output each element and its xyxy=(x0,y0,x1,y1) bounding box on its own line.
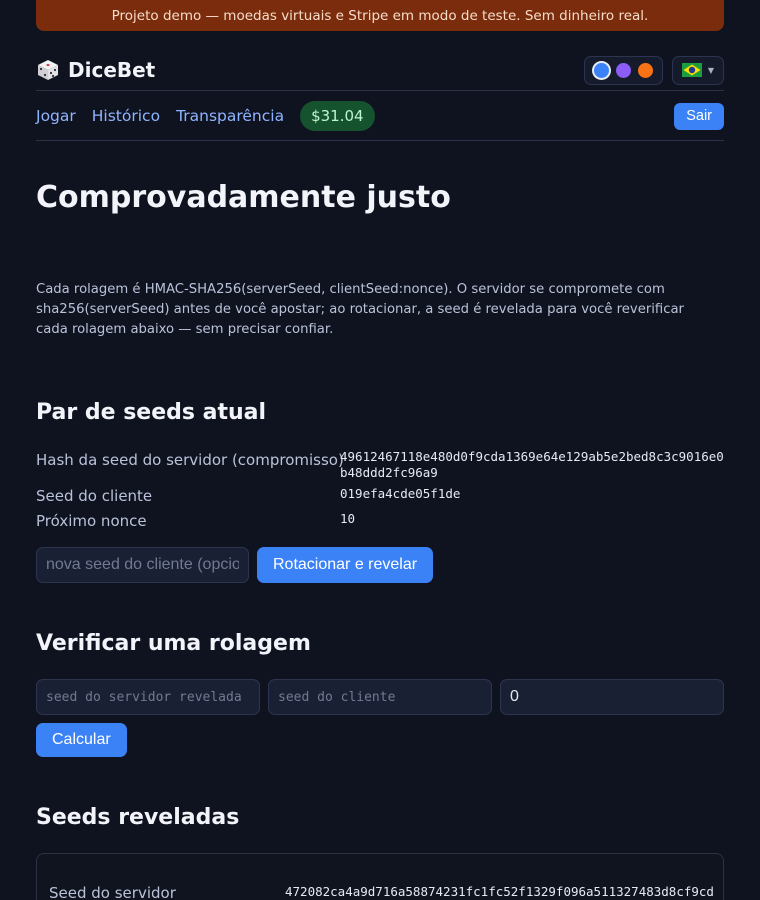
theme-blue-option[interactable] xyxy=(594,62,609,78)
dice-icon xyxy=(38,60,58,80)
nonce-label: Próximo nonce xyxy=(36,512,147,530)
main-nav: Jogar Histórico Transparência $31.04 Sai… xyxy=(36,100,724,132)
server-hash-value: 49612467118e480d0f9cda1369e64e129ab5e2be… xyxy=(340,449,724,480)
nav-history[interactable]: Histórico xyxy=(92,107,160,125)
nonce-input[interactable] xyxy=(500,679,724,715)
demo-banner-text: Projeto demo — moedas virtuais e Stripe … xyxy=(111,7,649,24)
theme-orange-option[interactable] xyxy=(638,62,653,78)
client-seed-label: Seed do cliente xyxy=(36,487,153,505)
verify-heading: Verificar uma rolagem xyxy=(36,631,311,656)
nav-transparency[interactable]: Transparência xyxy=(176,107,284,125)
nav-divider xyxy=(36,140,724,141)
server-hash-label: Hash da seed do servidor (compromisso) xyxy=(36,451,344,469)
balance-badge: $31.04 xyxy=(300,101,375,131)
theme-switcher xyxy=(584,55,663,85)
intro-text: Cada rolagem é HMAC-SHA256(serverSeed, c… xyxy=(36,282,684,337)
revealed-seed-card: Seed do servidor 472082ca4a9d716a5887423… xyxy=(36,853,724,900)
client-seed-value: 019efa4cde05f1de xyxy=(340,486,461,501)
revealed-server-seed-value: 472082ca4a9d716a58874231fc1fc52f1329f096… xyxy=(285,884,714,899)
demo-banner: Projeto demo — moedas virtuais e Stripe … xyxy=(36,0,724,31)
header-divider xyxy=(36,90,724,91)
revealed-server-seed-label: Seed do servidor xyxy=(49,884,176,900)
nav-play[interactable]: Jogar xyxy=(36,107,76,125)
chevron-down-icon: ▼ xyxy=(707,65,715,75)
current-pair-heading: Par de seeds atual xyxy=(36,400,267,425)
logout-button[interactable]: Sair xyxy=(674,102,724,130)
revealed-seeds-heading: Seeds reveladas xyxy=(36,805,240,830)
theme-purple-option[interactable] xyxy=(616,62,631,78)
brand-name: DiceBet xyxy=(68,58,156,82)
rotate-reveal-button[interactable]: Rotacionar e revelar xyxy=(257,547,434,583)
logo[interactable]: DiceBet xyxy=(36,58,155,82)
nonce-value: 10 xyxy=(340,511,356,526)
client-seed-input[interactable] xyxy=(268,679,492,715)
language-select[interactable]: ▼ xyxy=(672,55,724,85)
page-title: Comprovadamente justo xyxy=(36,180,451,215)
calculate-button[interactable]: Calcular xyxy=(36,723,127,757)
header: DiceBet ▼ xyxy=(36,50,724,90)
brazil-flag-icon xyxy=(681,63,702,77)
new-client-seed-input[interactable] xyxy=(36,547,249,583)
revealed-server-seed-input[interactable] xyxy=(36,679,260,715)
